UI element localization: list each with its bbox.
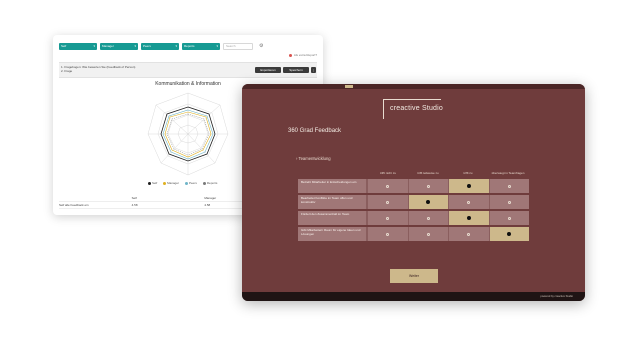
radio-button-selected[interactable]	[466, 184, 471, 188]
answer-cell[interactable]	[407, 211, 449, 225]
answer-cell[interactable]	[367, 179, 408, 193]
radar-legend: Self Manager Peers Reports	[148, 181, 217, 185]
legend-label: Self	[152, 181, 158, 185]
answer-cell[interactable]	[488, 195, 530, 209]
filter-chip-reports[interactable]: Reports ▾	[182, 42, 220, 50]
question-label: Gibt Mitarbeitern Raum für eigene Ideen …	[298, 227, 368, 241]
answer-cell-selected[interactable]	[448, 211, 489, 225]
radio-button[interactable]	[386, 232, 390, 236]
answer-cell-selected[interactable]	[488, 227, 530, 241]
radio-button[interactable]	[426, 216, 430, 220]
answer-cell[interactable]	[488, 211, 530, 225]
filter-chip-self[interactable]: Self ▾	[59, 42, 97, 50]
radar-grid	[147, 92, 229, 176]
top-bar-accent	[345, 85, 353, 88]
legend-item[interactable]: Reports	[202, 181, 218, 185]
question-row: Bearbeitet Konflikte im Team offen und k…	[298, 195, 530, 209]
next-button[interactable]: Weiter	[390, 269, 438, 283]
question-info-row: 1. Fragebogen: Wie bewerten Sie (Feedbac…	[59, 62, 317, 78]
chevron-down-icon: ▾	[93, 44, 95, 48]
filter-label: Manager	[102, 44, 114, 48]
table-header-cell: Self	[131, 196, 137, 200]
filter-label: Reports	[184, 44, 195, 48]
chevron-down-icon: ▾	[216, 44, 218, 48]
answer-cell[interactable]	[407, 227, 449, 241]
top-bar	[242, 84, 585, 89]
table-cell: 4.58	[204, 203, 211, 207]
filter-label: Self	[61, 44, 67, 48]
info-line: 2. Frage	[61, 69, 73, 73]
gear-icon[interactable]: ⚙	[259, 43, 263, 49]
radio-button-selected[interactable]	[426, 200, 431, 204]
radio-button[interactable]	[507, 216, 511, 220]
legend-label: Peers	[189, 181, 197, 185]
answer-cell[interactable]	[367, 195, 408, 209]
radar-chart	[147, 92, 229, 176]
question-row: Fördert den Zusammenhalt im Team	[298, 211, 530, 225]
legend-item[interactable]: Peers	[185, 181, 197, 185]
question-label: Fördert den Zusammenhalt im Team	[298, 211, 368, 225]
answer-cell-selected[interactable]	[407, 195, 449, 209]
radio-button-selected[interactable]	[507, 232, 512, 236]
filter-label: Peers	[143, 44, 151, 48]
legend-swatch	[202, 181, 206, 185]
answer-cell[interactable]	[407, 179, 449, 193]
legend-label: Reports	[206, 181, 218, 185]
answer-cell-selected[interactable]	[448, 179, 489, 193]
section-label: Teamentwicklung	[298, 156, 331, 161]
question-info-text: 1. Fragebogen: Wie bewerten Sie (Feedbac…	[61, 65, 135, 73]
filter-chip-manager[interactable]: Manager ▾	[100, 42, 138, 50]
radio-button-selected[interactable]	[466, 216, 471, 220]
search-input[interactable]: Search	[223, 42, 253, 50]
column-header: trifft teilweise zu	[417, 171, 439, 175]
logo-text: creactive Studio	[390, 105, 444, 112]
survey-window: creactive Studio 360 Grad Feedback › Tea…	[242, 84, 585, 301]
question-row: Bezieht Mitarbeiter in Entscheidungen ei…	[298, 179, 530, 193]
filter-chip-peers[interactable]: Peers ▾	[141, 42, 179, 50]
column-header: überwiegt in Teamfragen	[491, 171, 525, 175]
toggle-label: Als extra Report?	[293, 53, 317, 57]
table-cell: Self alle Feedback ein	[59, 203, 89, 207]
radio-button[interactable]	[426, 184, 430, 188]
radio-button[interactable]	[426, 232, 430, 236]
chevron-down-icon: ▾	[134, 44, 136, 48]
answer-cell[interactable]	[367, 227, 408, 241]
column-header: trifft zu	[463, 171, 473, 175]
column-header: trifft nicht zu	[379, 171, 397, 175]
filter-bar: Self ▾ Manager ▾ Peers ▾ Reports ▾ Searc…	[59, 41, 317, 51]
radio-button[interactable]	[467, 232, 471, 236]
question-row: Gibt Mitarbeitern Raum für eigene Ideen …	[298, 227, 530, 241]
radio-button[interactable]	[507, 200, 511, 204]
radio-button[interactable]	[386, 200, 390, 204]
logo: creactive Studio	[383, 99, 444, 119]
radio-button[interactable]	[507, 184, 511, 188]
legend-swatch	[185, 181, 189, 185]
answer-cell[interactable]	[448, 195, 489, 209]
legend-swatch	[163, 181, 167, 185]
table-cell: 4.58	[131, 203, 138, 207]
radio-button[interactable]	[386, 216, 390, 220]
legend-swatch	[148, 181, 151, 185]
page-title: 360 Grad Feedback	[288, 128, 342, 134]
question-label: Bearbeitet Konflikte im Team offen und k…	[298, 195, 368, 209]
legend-item[interactable]: Self	[148, 181, 157, 185]
export-button[interactable]: Exportieren	[255, 67, 281, 73]
legend-item[interactable]: Manager	[163, 181, 179, 185]
table-header-cell: Manager	[204, 196, 217, 200]
footer-bar: powered by creactive Studio	[242, 292, 585, 301]
toggle-dot-icon	[288, 53, 292, 57]
footer-text: powered by creactive Studio	[540, 295, 573, 298]
question-label: Bezieht Mitarbeiter in Entscheidungen ei…	[298, 179, 368, 193]
radio-button[interactable]	[467, 200, 471, 204]
answer-cell[interactable]	[448, 227, 489, 241]
radio-button[interactable]	[386, 184, 390, 188]
extra-report-toggle[interactable]: Als extra Report?	[288, 53, 317, 57]
section-title[interactable]: › Teamentwicklung	[296, 156, 331, 161]
answer-cell[interactable]	[488, 179, 530, 193]
legend-label: Manager	[167, 181, 180, 185]
save-button[interactable]: Speichern	[283, 67, 309, 73]
chevron-down-icon: ▾	[175, 44, 177, 48]
answer-cell[interactable]	[367, 211, 408, 225]
more-icon[interactable]: ⋮	[311, 67, 316, 73]
